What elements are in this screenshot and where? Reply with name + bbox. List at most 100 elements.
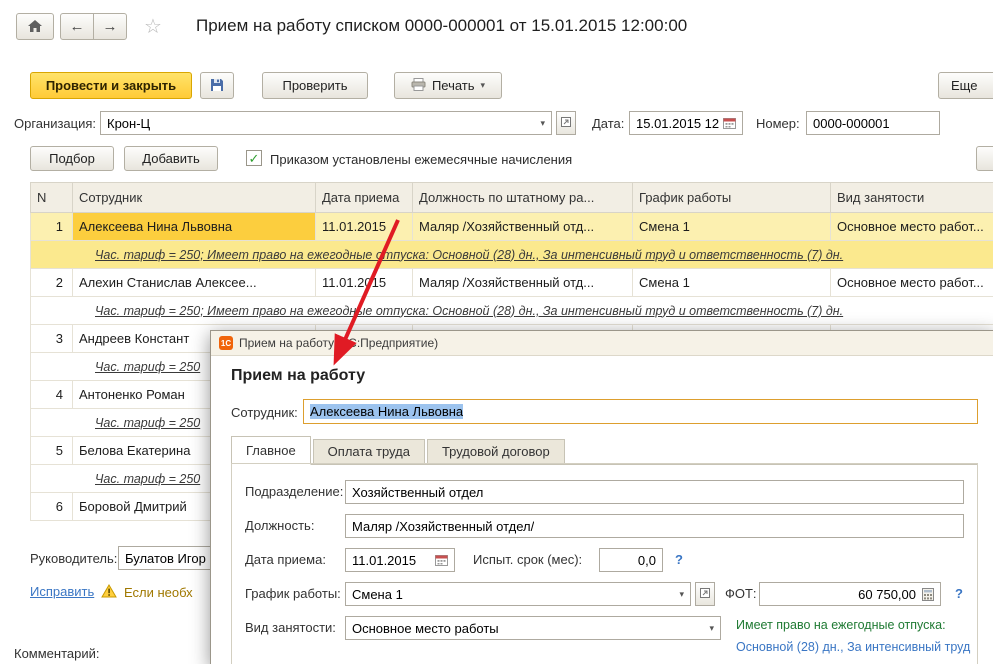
cell-schedule[interactable]: Смена 1 (632, 268, 831, 297)
fot-value: 60 750,00 (858, 586, 916, 602)
dialog-tabbar: Главное Оплата труда Трудовой договор (231, 435, 978, 465)
app-window: ← → ☆ Прием на работу списком 0000-00000… (0, 0, 993, 664)
cell-schedule[interactable]: Смена 1 (632, 212, 831, 241)
col-header-employee[interactable]: Сотрудник (72, 182, 316, 213)
cell-n[interactable]: 6 (30, 492, 73, 521)
dialog-titlebar[interactable]: 1С Прием на работу (1С:Предприятие) (211, 331, 993, 356)
schedule-open-button[interactable] (695, 582, 715, 606)
more-button[interactable]: Еще (938, 72, 993, 99)
manager-value: Булатов Игор (125, 550, 206, 566)
org-dropdown-icon[interactable]: ▾ (535, 118, 545, 129)
employee-label: Сотрудник: (231, 405, 298, 420)
position-value: Маляр /Хозяйственный отдел/ (352, 518, 535, 534)
pick-button[interactable]: Подбор (30, 146, 114, 171)
cell-detail[interactable]: Час. тариф = 250; Имеет право на ежегодн… (30, 240, 993, 269)
back-button[interactable]: ← (60, 13, 94, 40)
save-icon (210, 78, 224, 94)
table-detail-row[interactable]: Час. тариф = 250; Имеет право на ежегодн… (30, 240, 993, 269)
cell-employee[interactable]: Алексеева Нина Львовна (72, 212, 316, 241)
col-header-n[interactable]: N (30, 182, 73, 213)
org-input[interactable]: Крон-Ц ▾ (100, 111, 552, 135)
cell-employee[interactable]: Алехин Станислав Алексее... (72, 268, 316, 297)
fot-help-link[interactable]: ? (955, 586, 963, 601)
date-label: Дата: (592, 116, 625, 131)
employee-value: Алексеева Нина Львовна (310, 404, 464, 419)
vacation-entitlement-text: Имеет право на ежегодные отпуска: (736, 618, 946, 632)
table-row[interactable]: 1 Алексеева Нина Львовна 11.01.2015 Маля… (30, 212, 993, 241)
order-checkbox[interactable]: ✓ (246, 150, 262, 166)
add-button[interactable]: Добавить (124, 146, 218, 171)
open-form-icon (560, 116, 572, 130)
open-form-icon (699, 587, 711, 601)
schedule-value: Смена 1 (352, 586, 403, 602)
number-input[interactable]: 0000-000001 (806, 111, 940, 135)
cell-employment[interactable]: Основное место работ... (830, 268, 993, 297)
calendar-icon[interactable] (723, 117, 736, 129)
org-value: Крон-Ц (107, 115, 151, 131)
tab-main[interactable]: Главное (231, 436, 311, 465)
employee-input[interactable]: Алексеева Нина Львовна (303, 399, 978, 424)
tab-pay[interactable]: Оплата труда (312, 439, 425, 464)
cell-position[interactable]: Маляр /Хозяйственный отд... (412, 268, 633, 297)
print-label: Печать (431, 78, 475, 93)
number-label: Номер: (756, 116, 800, 131)
col-header-hire-date[interactable]: Дата приема (315, 182, 413, 213)
cell-position[interactable]: Маляр /Хозяйственный отд... (412, 212, 633, 241)
cell-n[interactable]: 4 (30, 380, 73, 409)
col-header-employment[interactable]: Вид занятости (830, 182, 993, 213)
favorite-star-icon[interactable]: ☆ (144, 17, 162, 37)
fot-input[interactable]: 60 750,00 (759, 582, 941, 606)
hire-date-input[interactable]: 11.01.2015 (345, 548, 455, 572)
cell-n[interactable]: 2 (30, 268, 73, 297)
more-label: Еще (951, 78, 978, 93)
schedule-dropdown-icon[interactable]: ▾ (674, 589, 684, 600)
probation-input[interactable]: 0,0 (599, 548, 663, 572)
position-label: Должность: (245, 518, 315, 533)
col-header-position[interactable]: Должность по штатному ра... (412, 182, 633, 213)
department-label: Подразделение: (245, 484, 344, 499)
cell-hire-date[interactable]: 11.01.2015 (315, 212, 413, 241)
vacation-entitlement-link[interactable]: Основной (28) дн., За интенсивный труд (736, 640, 970, 654)
check-button[interactable]: Проверить (262, 72, 368, 99)
warning-text: Если необх (124, 585, 193, 600)
col-header-schedule[interactable]: График работы (632, 182, 831, 213)
schedule-input[interactable]: Смена 1 ▾ (345, 582, 691, 606)
forward-arrow-icon: → (102, 18, 118, 35)
department-input[interactable]: Хозяйственный отдел (345, 480, 964, 504)
calendar-icon[interactable] (435, 554, 448, 566)
home-button[interactable] (16, 13, 54, 40)
dialog-title-text: Прием на работу (1С:Предприятие) (239, 336, 439, 350)
post-and-close-button[interactable]: Провести и закрыть (30, 72, 192, 99)
dialog-heading: Прием на работу (231, 367, 366, 384)
fot-label: ФОТ: (725, 586, 757, 601)
row-commands-more-button[interactable] (976, 146, 993, 171)
cell-n[interactable]: 3 (30, 324, 73, 353)
forward-button[interactable]: → (93, 13, 127, 40)
tab-contract[interactable]: Трудовой договор (426, 439, 565, 464)
calculator-icon[interactable] (922, 587, 934, 601)
table-detail-row[interactable]: Час. тариф = 250; Имеет право на ежегодн… (30, 296, 993, 325)
fix-link[interactable]: Исправить (30, 584, 94, 599)
probation-help-link[interactable]: ? (675, 552, 683, 567)
print-dropdown-icon[interactable]: ▾ (481, 81, 486, 90)
probation-label: Испыт. срок (мес): (473, 552, 583, 567)
back-arrow-icon: ← (69, 18, 85, 35)
employment-dropdown-icon[interactable]: ▾ (704, 623, 714, 634)
cell-n[interactable]: 5 (30, 436, 73, 465)
number-value: 0000-000001 (813, 115, 890, 131)
cell-hire-date[interactable]: 11.01.2015 (315, 268, 413, 297)
cell-detail[interactable]: Час. тариф = 250; Имеет право на ежегодн… (30, 296, 993, 325)
cell-n[interactable]: 1 (30, 212, 73, 241)
print-button[interactable]: Печать ▾ (394, 72, 502, 99)
date-input[interactable]: 15.01.2015 12 (629, 111, 743, 135)
printer-icon (411, 78, 426, 93)
probation-value: 0,0 (637, 552, 656, 568)
employment-input[interactable]: Основное место работы ▾ (345, 616, 721, 640)
checkmark-icon: ✓ (248, 150, 260, 166)
table-row[interactable]: 2 Алехин Станислав Алексее... 11.01.2015… (30, 268, 993, 297)
hire-date-value: 11.01.2015 (352, 552, 417, 568)
save-button[interactable] (200, 72, 234, 99)
position-input[interactable]: Маляр /Хозяйственный отдел/ (345, 514, 964, 538)
cell-employment[interactable]: Основное место работ... (830, 212, 993, 241)
org-open-button[interactable] (556, 111, 576, 135)
